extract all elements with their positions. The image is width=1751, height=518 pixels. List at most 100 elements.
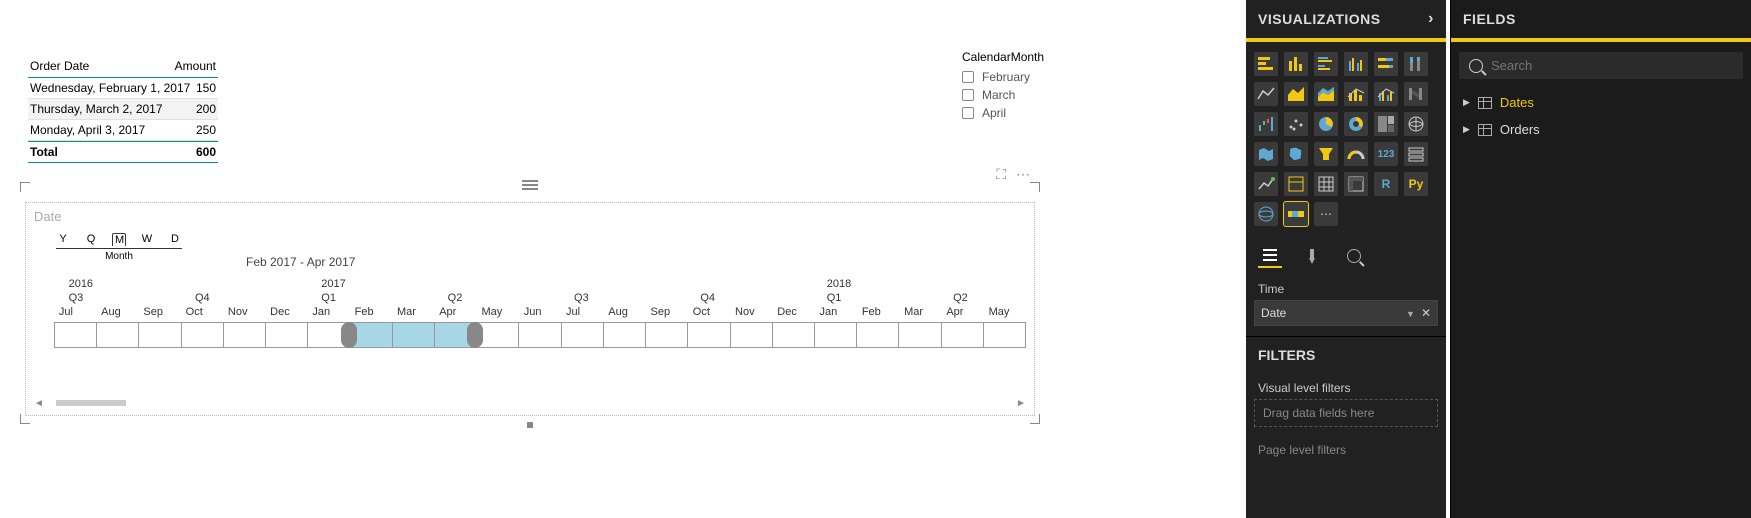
timeline-cell[interactable] [773,322,815,348]
focus-mode-icon[interactable]: ⛶ [996,166,1006,183]
timeline-cell[interactable] [139,322,181,348]
table-row[interactable]: Thursday, March 2, 2017 200 [28,99,218,120]
timeline-cell[interactable] [224,322,266,348]
granularity-quarter[interactable]: Q [84,233,98,246]
timeline-cell[interactable] [857,322,899,348]
timeline-visual[interactable]: Date Y Q M W D Month Feb 2017 - Apr 2017… [25,202,1035,416]
timeline-cell[interactable] [984,322,1026,348]
expand-icon[interactable]: ▶ [1463,97,1470,108]
slicer-visual[interactable]: CalendarMonth February March April [962,50,1044,124]
filters-drop-zone[interactable]: Drag data fields here [1254,399,1438,427]
map-icon[interactable] [1404,112,1428,136]
import-visual-icon[interactable]: ⋯ [1314,202,1338,226]
scroll-track[interactable] [44,398,1016,408]
field-well-date[interactable]: Date ▼✕ [1254,300,1438,326]
drag-grip-icon[interactable] [522,180,538,190]
slicer-icon[interactable] [1284,172,1308,196]
granularity-week[interactable]: W [140,233,154,246]
more-options-icon[interactable]: ⋯ [1016,166,1030,183]
timeline-cell[interactable] [562,322,604,348]
timeline-cell[interactable] [899,322,941,348]
gauge-icon[interactable] [1344,142,1368,166]
scatter-icon[interactable] [1284,112,1308,136]
fields-tab-icon[interactable] [1258,244,1282,268]
matrix-icon[interactable] [1344,172,1368,196]
scroll-left-icon[interactable]: ◄ [34,398,44,408]
search-input[interactable] [1491,58,1733,73]
col-header-amount[interactable]: Amount [175,59,216,73]
line-column-icon[interactable] [1344,82,1368,106]
timeline-cell[interactable] [942,322,984,348]
scroll-right-icon[interactable]: ► [1016,398,1026,408]
chevron-right-icon[interactable]: › [1428,10,1434,28]
clustered-bar-icon[interactable] [1314,52,1338,76]
clustered-column-icon[interactable] [1344,52,1368,76]
timeline-cell[interactable] [731,322,773,348]
timeline-cell[interactable] [815,322,857,348]
timeline-cell[interactable] [266,322,308,348]
granularity-day[interactable]: D [168,233,182,246]
donut-chart-icon[interactable] [1344,112,1368,136]
fields-search[interactable] [1459,52,1743,79]
granularity-month[interactable]: M [112,233,126,246]
stacked-area-icon[interactable] [1314,82,1338,106]
chevron-down-icon[interactable]: ▼ [1406,309,1415,319]
checkbox-icon[interactable] [962,107,974,119]
timeline-cell[interactable] [182,322,224,348]
granularity-selector[interactable]: Y Q M W D Month [56,233,182,262]
timeline-cell[interactable] [393,322,435,348]
timeline-cell[interactable] [688,322,730,348]
filled-map-icon[interactable] [1254,142,1278,166]
r-visual-icon[interactable]: R [1374,172,1398,196]
multi-row-card-icon[interactable] [1404,142,1428,166]
format-tab-icon[interactable] [1300,244,1324,268]
arcgis-icon[interactable] [1254,202,1278,226]
kpi-icon[interactable] [1254,172,1278,196]
selection-corner[interactable] [20,182,30,192]
line-chart-icon[interactable] [1254,82,1278,106]
timeline-cell[interactable] [55,322,97,348]
stacked-column-icon[interactable] [1284,52,1308,76]
selection-corner[interactable] [1030,182,1040,192]
checkbox-icon[interactable] [962,89,974,101]
granularity-year[interactable]: Y [56,233,70,246]
ribbon-chart-icon[interactable] [1404,82,1428,106]
slicer-item[interactable]: February [962,70,1044,84]
analytics-tab-icon[interactable] [1342,244,1366,268]
timeline-custom-visual-icon[interactable] [1284,202,1308,226]
timeline-cell[interactable] [646,322,688,348]
report-canvas[interactable]: Order Date Amount Wednesday, February 1,… [0,0,1240,518]
area-chart-icon[interactable] [1284,82,1308,106]
table-node-dates[interactable]: ▶ Dates [1451,89,1751,116]
col-header-orderdate[interactable]: Order Date [30,59,89,73]
timeline-chart[interactable]: 201620172018 Q3Q4Q1Q2Q3Q4Q1Q2 JulAugSepO… [54,278,1026,363]
remove-field-icon[interactable]: ✕ [1421,306,1431,320]
scroll-thumb[interactable] [56,400,126,406]
line-clustered-icon[interactable] [1374,82,1398,106]
resize-grip-icon[interactable] [527,422,533,428]
timeline-cell[interactable] [519,322,561,348]
slicer-item[interactable]: April [962,106,1044,120]
timeline-visual-selection[interactable]: ⛶ ⋯ Date Y Q M W D Month Feb 2017 - Apr … [20,182,1040,424]
waterfall-icon[interactable] [1254,112,1278,136]
stacked-column-100-icon[interactable] [1404,52,1428,76]
stacked-bar-100-icon[interactable] [1374,52,1398,76]
range-handle-left[interactable] [341,322,357,348]
timeline-cell[interactable] [477,322,519,348]
timeline-cell[interactable] [604,322,646,348]
timeline-cell[interactable] [351,322,393,348]
table-row[interactable]: Monday, April 3, 2017 250 [28,120,218,141]
treemap-icon[interactable] [1374,112,1398,136]
checkbox-icon[interactable] [962,71,974,83]
table-icon[interactable] [1314,172,1338,196]
stacked-bar-icon[interactable] [1254,52,1278,76]
card-icon[interactable]: 123 [1374,142,1398,166]
shape-map-icon[interactable] [1284,142,1308,166]
pie-chart-icon[interactable] [1314,112,1338,136]
timeline-scrollbar[interactable]: ◄ ► [34,397,1026,409]
timeline-cell[interactable] [97,322,139,348]
table-row[interactable]: Wednesday, February 1, 2017 150 [28,78,218,99]
expand-icon[interactable]: ▶ [1463,124,1470,135]
range-handle-right[interactable] [467,322,483,348]
funnel-icon[interactable] [1314,142,1338,166]
